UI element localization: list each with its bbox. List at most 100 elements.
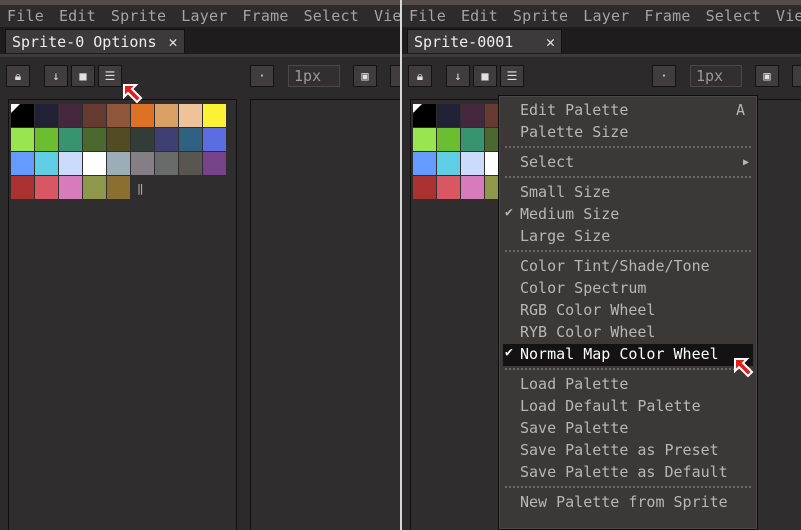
- palette-swatch[interactable]: [35, 176, 58, 199]
- lock-icon[interactable]: 🔒︎: [408, 65, 432, 87]
- palette-swatch[interactable]: [107, 128, 130, 151]
- menu-item-save-palette-as-preset[interactable]: Save Palette as Preset: [503, 440, 753, 462]
- pixel-icon[interactable]: ·: [250, 65, 274, 87]
- menu-view[interactable]: View: [367, 5, 400, 27]
- brush-size-field[interactable]: 1px: [690, 65, 742, 87]
- palette-swatch[interactable]: [11, 152, 34, 175]
- palette-swatch[interactable]: [59, 176, 82, 199]
- palette-swatch[interactable]: [131, 152, 154, 175]
- stamp-icon[interactable]: ▣: [353, 65, 377, 87]
- palette-swatch[interactable]: [107, 104, 130, 127]
- palette-swatch[interactable]: [413, 128, 436, 151]
- tab-label: Sprite-0 Options: [12, 33, 157, 51]
- menu-item-edit-palette[interactable]: Edit Palette A: [503, 100, 753, 122]
- palette-swatch[interactable]: [107, 152, 130, 175]
- menu-item-medium-size[interactable]: Medium Size ✔: [503, 204, 753, 226]
- palette-swatch[interactable]: [35, 152, 58, 175]
- palette-swatch[interactable]: [131, 128, 154, 151]
- menu-frame[interactable]: Frame: [637, 5, 698, 27]
- palette-swatch[interactable]: [83, 104, 106, 127]
- menu-item-save-palette-as-default[interactable]: Save Palette as Default: [503, 462, 753, 484]
- palette-swatch[interactable]: [437, 128, 460, 151]
- pixel-icon[interactable]: ·: [652, 65, 676, 87]
- sort-down-icon[interactable]: ↓: [44, 65, 68, 87]
- menu-item-color-spectrum[interactable]: Color Spectrum: [503, 278, 753, 300]
- palette-swatch[interactable]: [11, 104, 34, 127]
- close-icon[interactable]: ✕: [169, 33, 178, 53]
- menu-file[interactable]: File: [402, 5, 454, 27]
- palette-swatch[interactable]: [35, 128, 58, 151]
- palette-swatch[interactable]: [11, 128, 34, 151]
- menu-item-save-palette[interactable]: Save Palette: [503, 418, 753, 440]
- palette-swatch[interactable]: [179, 128, 202, 151]
- palette-swatch[interactable]: [59, 104, 82, 127]
- palette-swatch[interactable]: [83, 176, 106, 199]
- menu-item-large-size[interactable]: Large Size: [503, 226, 753, 248]
- stamp-icon[interactable]: ▣: [755, 65, 779, 87]
- menu-item-new-palette-from-sprite[interactable]: New Palette from Sprite: [503, 492, 753, 514]
- palette-swatch[interactable]: [155, 104, 178, 127]
- presets-icon[interactable]: ■: [71, 65, 95, 87]
- menu-edit[interactable]: Edit: [454, 5, 506, 27]
- sort-down-icon[interactable]: ↓: [446, 65, 470, 87]
- palette-options-button[interactable]: ☰: [500, 65, 524, 87]
- menu-item-ryb-color-wheel[interactable]: RYB Color Wheel: [503, 322, 753, 344]
- palette-swatch[interactable]: [131, 104, 154, 127]
- close-icon[interactable]: ✕: [546, 33, 555, 53]
- more-icon[interactable]: ›: [390, 65, 400, 87]
- palette-swatch[interactable]: [413, 104, 436, 127]
- menu-item-select[interactable]: Select ▶: [503, 152, 753, 174]
- palette-swatch[interactable]: [203, 104, 226, 127]
- palette-swatch[interactable]: [437, 176, 460, 199]
- palette-swatch[interactable]: [11, 176, 34, 199]
- palette-swatch[interactable]: [59, 152, 82, 175]
- presets-icon[interactable]: ■: [473, 65, 497, 87]
- palette-options-button[interactable]: ☰: [98, 65, 122, 87]
- menu-select[interactable]: Select: [297, 5, 367, 27]
- resize-handle[interactable]: ‖: [137, 182, 144, 195]
- menu-item-color-tint-shade-tone[interactable]: Color Tint/Shade/Tone: [503, 256, 753, 278]
- palette-swatch[interactable]: [203, 128, 226, 151]
- tab-sprite[interactable]: Sprite-0001 ✕: [407, 29, 562, 53]
- tab-sprite[interactable]: Sprite-0 Options ✕: [5, 29, 185, 53]
- menu-item-load-default-palette[interactable]: Load Default Palette: [503, 396, 753, 418]
- palette-swatch[interactable]: [437, 104, 460, 127]
- menu-view[interactable]: View: [769, 5, 801, 27]
- palette-swatch[interactable]: [35, 104, 58, 127]
- menu-layer[interactable]: Layer: [174, 5, 235, 27]
- menu-item-label: Edit Palette: [520, 101, 629, 119]
- canvas-area[interactable]: [250, 99, 400, 530]
- menu-item-normal-map-color-wheel[interactable]: Normal Map Color Wheel ✔: [503, 344, 753, 366]
- palette-swatch[interactable]: [107, 176, 130, 199]
- palette-swatch[interactable]: [461, 128, 484, 151]
- palette-swatch[interactable]: [461, 152, 484, 175]
- palette-swatch[interactable]: [437, 152, 460, 175]
- palette-swatch[interactable]: [413, 176, 436, 199]
- palette-swatch[interactable]: [59, 128, 82, 151]
- brush-size-field[interactable]: 1px: [288, 65, 340, 87]
- menu-file[interactable]: File: [0, 5, 52, 27]
- menu-item-label: Select: [520, 153, 575, 171]
- menu-sprite[interactable]: Sprite: [104, 5, 174, 27]
- menu-item-rgb-color-wheel[interactable]: RGB Color Wheel: [503, 300, 753, 322]
- palette-swatch[interactable]: [155, 152, 178, 175]
- menu-layer[interactable]: Layer: [576, 5, 637, 27]
- palette-swatch[interactable]: [179, 104, 202, 127]
- menu-item-small-size[interactable]: Small Size: [503, 182, 753, 204]
- palette-swatch[interactable]: [83, 128, 106, 151]
- menu-edit[interactable]: Edit: [52, 5, 104, 27]
- menu-item-palette-size[interactable]: Palette Size: [503, 122, 753, 144]
- palette-swatch[interactable]: [413, 152, 436, 175]
- palette-swatch[interactable]: [461, 176, 484, 199]
- menu-sprite[interactable]: Sprite: [506, 5, 576, 27]
- more-icon[interactable]: ›: [792, 65, 801, 87]
- palette-swatch[interactable]: [203, 152, 226, 175]
- palette-swatch[interactable]: [155, 128, 178, 151]
- palette-swatch[interactable]: [461, 104, 484, 127]
- palette-swatch[interactable]: [83, 152, 106, 175]
- lock-icon[interactable]: 🔒︎: [6, 65, 30, 87]
- palette-swatch[interactable]: [179, 152, 202, 175]
- menu-select[interactable]: Select: [699, 5, 769, 27]
- menu-item-load-palette[interactable]: Load Palette: [503, 374, 753, 396]
- menu-frame[interactable]: Frame: [235, 5, 296, 27]
